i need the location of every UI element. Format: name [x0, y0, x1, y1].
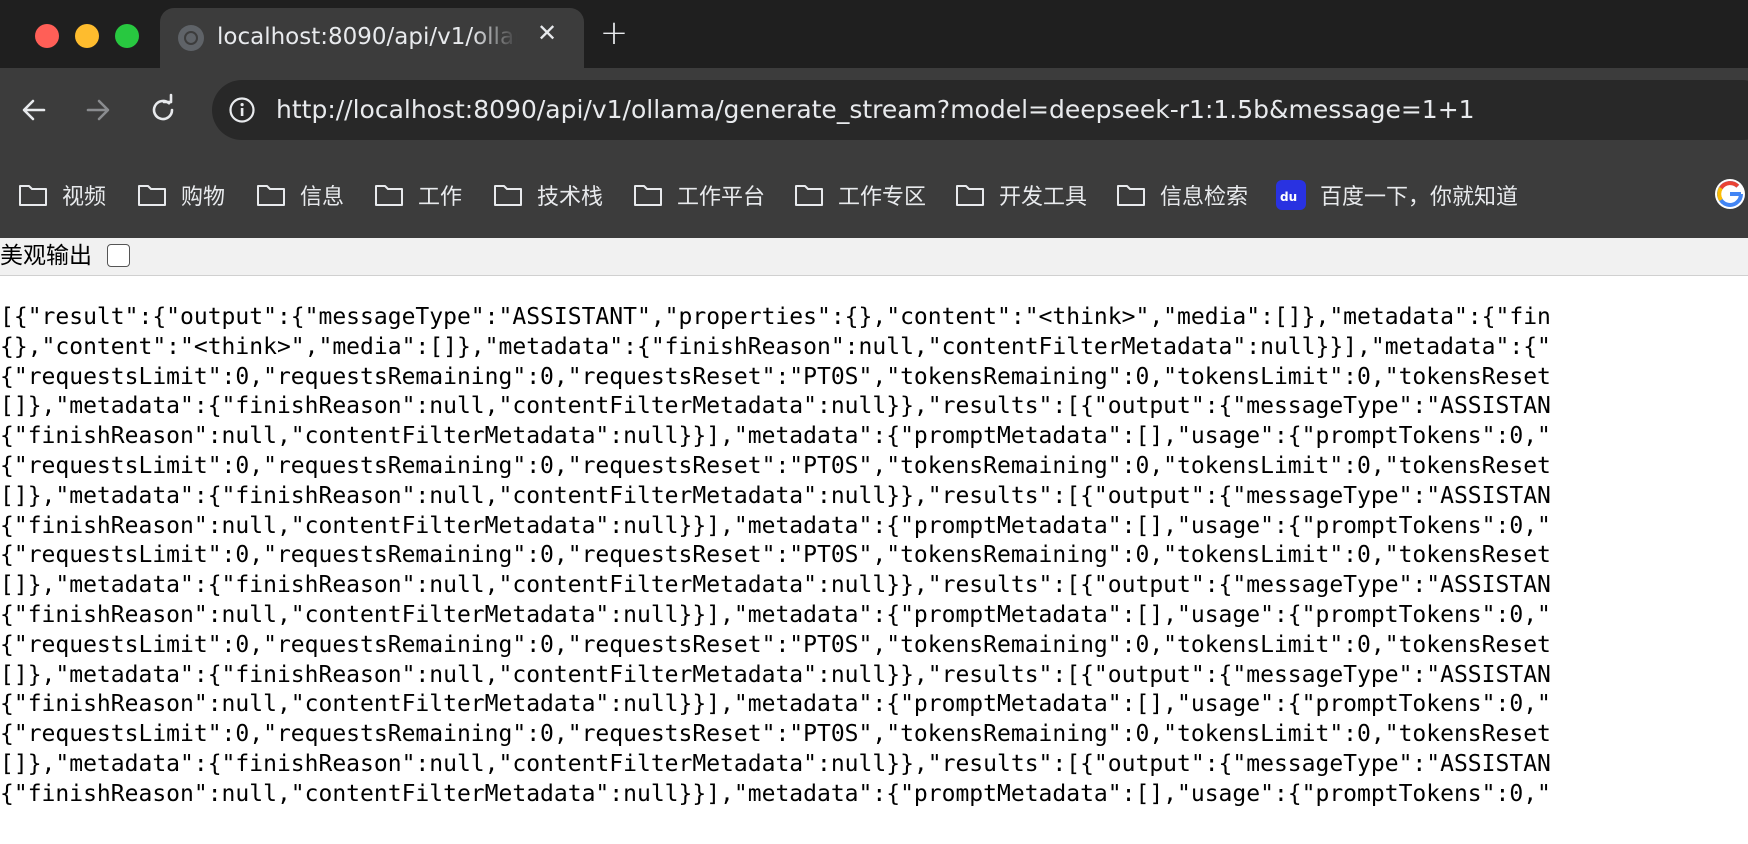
json-line: []},"metadata":{"finishReason":null,"con… — [0, 661, 1551, 688]
window-minimize-button[interactable] — [75, 24, 99, 48]
bookmark-google[interactable] — [1712, 174, 1748, 214]
bookmark-folder-shopping[interactable]: 购物 — [137, 175, 225, 215]
json-line: [{"result":{"output":{"messageType":"ASS… — [0, 304, 1551, 330]
json-line: {"requestsLimit":0,"requestsRemaining":0… — [0, 542, 1551, 569]
info-icon — [229, 97, 255, 123]
folder-icon — [634, 185, 662, 206]
browser-toolbar: http://localhost:8090/api/v1/ollama/gene… — [0, 68, 1748, 154]
bookmark-label: 工作专区 — [838, 185, 927, 210]
bookmark-label: 视频 — [62, 185, 107, 210]
bookmarks-bar: 视频 购物 信息 工作 技术栈 工作平台 工作专区 开发工具 信息检索 du 百… — [0, 154, 1748, 238]
bookmark-label: 百度一下，你就知道 — [1320, 185, 1519, 210]
tab-title: localhost:8090/api/v1/ollama/ — [217, 24, 517, 50]
json-line: {},"content":"<think>","media":[]},"meta… — [0, 333, 1551, 360]
browser-chrome: localhost:8090/api/v1/ollama/ ✕ + — [0, 0, 1748, 238]
bookmark-label: 信息 — [300, 185, 345, 210]
pretty-print-label: 美观输出 — [0, 243, 92, 269]
bookmark-baidu[interactable]: 百度一下，你就知道 — [1276, 175, 1518, 215]
tab-active[interactable]: localhost:8090/api/v1/ollama/ ✕ — [160, 8, 584, 68]
json-output: [{"result":{"output":{"messageType":"ASS… — [0, 302, 1748, 844]
json-line: {"requestsLimit":0,"requestsRemaining":0… — [0, 631, 1551, 658]
bookmark-label: 信息检索 — [1160, 185, 1249, 210]
window-close-button[interactable] — [35, 24, 59, 48]
json-line: []},"metadata":{"finishReason":null,"con… — [0, 750, 1551, 777]
folder-icon — [19, 185, 47, 206]
pretty-print-checkbox[interactable] — [107, 244, 130, 267]
tab-strip: localhost:8090/api/v1/ollama/ ✕ + — [0, 0, 1748, 68]
json-line: []},"metadata":{"finishReason":null,"con… — [0, 393, 1551, 420]
url-text[interactable]: http://localhost:8090/api/v1/ollama/gene… — [276, 94, 1475, 126]
json-line: {"finishReason":null,"contentFilterMetad… — [0, 601, 1551, 628]
json-line: {"requestsLimit":0,"requestsRemaining":0… — [0, 721, 1551, 748]
bookmark-folder-info[interactable]: 信息 — [256, 175, 344, 215]
json-line: {"finishReason":null,"contentFilterMetad… — [0, 512, 1551, 539]
folder-icon — [795, 185, 823, 206]
bookmark-label: 工作 — [418, 185, 463, 210]
json-line: []},"metadata":{"finishReason":null,"con… — [0, 572, 1551, 599]
folder-icon — [494, 185, 522, 206]
reload-icon — [152, 93, 174, 121]
folder-icon — [257, 185, 285, 206]
folder-icon — [1117, 185, 1145, 206]
close-icon[interactable]: ✕ — [532, 18, 562, 48]
bookmark-folder-info-search[interactable]: 信息检索 — [1116, 175, 1248, 215]
address-bar[interactable]: http://localhost:8090/api/v1/ollama/gene… — [212, 80, 1748, 140]
json-line: []},"metadata":{"finishReason":null,"con… — [0, 482, 1551, 509]
bookmark-label: 开发工具 — [999, 185, 1088, 210]
bookmark-folder-tech-stack[interactable]: 技术栈 — [493, 175, 603, 215]
new-tab-button[interactable]: + — [596, 16, 632, 52]
bookmark-label: 技术栈 — [537, 185, 604, 210]
arrow-left-icon — [22, 99, 46, 121]
bookmark-label: 工作平台 — [677, 185, 766, 210]
bookmark-folder-work[interactable]: 工作 — [374, 175, 462, 215]
json-line: {"finishReason":null,"contentFilterMetad… — [0, 691, 1551, 718]
window-maximize-button[interactable] — [115, 24, 139, 48]
bookmark-label: 购物 — [181, 185, 226, 210]
globe-icon — [178, 25, 204, 51]
forward-button[interactable] — [78, 90, 118, 130]
bookmark-folder-work-zone[interactable]: 工作专区 — [794, 175, 926, 215]
bookmark-folder-videos[interactable]: 视频 — [18, 175, 106, 215]
site-info-button[interactable] — [228, 96, 256, 124]
google-icon — [1715, 179, 1745, 209]
json-line: {"finishReason":null,"contentFilterMetad… — [0, 423, 1551, 450]
folder-icon — [956, 185, 984, 206]
pretty-print-bar: 美观输出 — [0, 238, 1748, 276]
baidu-icon — [1276, 180, 1306, 210]
json-line: {"requestsLimit":0,"requestsRemaining":0… — [0, 363, 1551, 390]
bookmark-folder-dev-tools[interactable]: 开发工具 — [955, 175, 1087, 215]
reload-button[interactable] — [143, 90, 183, 130]
back-button[interactable] — [14, 90, 54, 130]
json-line: {"requestsLimit":0,"requestsRemaining":0… — [0, 452, 1551, 479]
json-line: {"finishReason":null,"contentFilterMetad… — [0, 780, 1551, 807]
folder-icon — [138, 185, 166, 206]
folder-icon — [375, 185, 403, 206]
bookmark-folder-work-platform[interactable]: 工作平台 — [633, 175, 765, 215]
arrow-right-icon — [86, 99, 110, 121]
